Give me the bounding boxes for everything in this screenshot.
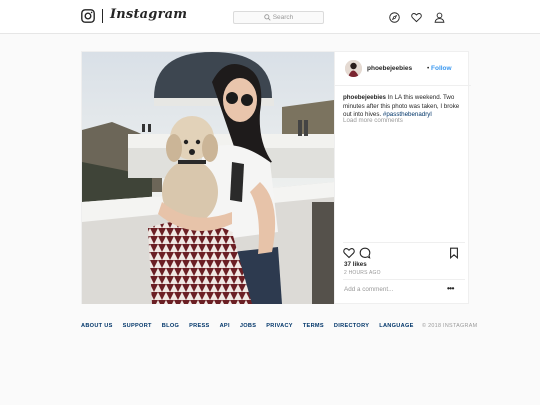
copyright-text: © 2018 INSTAGRAM	[422, 323, 478, 329]
top-nav: Instagram Search	[0, 0, 540, 34]
footer-links: ABOUT US SUPPORT BLOG PRESS API JOBS PRI…	[81, 323, 414, 329]
search-placeholder: Search	[272, 14, 294, 21]
post-header: phoebejeebies • Follow	[335, 52, 471, 86]
instagram-logo-icon[interactable]	[81, 9, 95, 23]
footer-link-language[interactable]: LANGUAGE	[379, 323, 413, 329]
compass-icon[interactable]	[389, 12, 400, 23]
post-timestamp: 2 HOURS AGO	[344, 270, 381, 276]
likes-count[interactable]: 37 likes	[344, 261, 367, 268]
footer-link-terms[interactable]: TERMS	[303, 323, 324, 329]
heart-icon[interactable]	[411, 12, 422, 23]
footer-link-blog[interactable]: BLOG	[162, 323, 179, 329]
footer-link-directory[interactable]: DIRECTORY	[334, 323, 369, 329]
post-photo-illustration	[82, 52, 334, 304]
avatar[interactable]	[345, 60, 362, 77]
footer-link-support[interactable]: SUPPORT	[123, 323, 152, 329]
caption-username-link[interactable]: phoebejeebies	[343, 94, 386, 101]
post-username-link[interactable]: phoebejeebies	[367, 65, 412, 72]
comment-divider	[343, 279, 465, 280]
more-options-button[interactable]: •••	[447, 284, 454, 293]
load-more-comments-link[interactable]: Load more comments	[343, 117, 403, 124]
logo-divider	[102, 9, 103, 23]
add-comment-input[interactable]: Add a comment...	[344, 286, 393, 293]
footer-link-about[interactable]: ABOUT US	[81, 323, 113, 329]
footer-link-jobs[interactable]: JOBS	[240, 323, 256, 329]
footer-link-privacy[interactable]: PRIVACY	[266, 323, 293, 329]
post-caption: phoebejeebies In LA this weekend. Two mi…	[343, 94, 467, 120]
follow-button[interactable]: Follow	[431, 65, 452, 72]
post-photo[interactable]	[82, 52, 334, 304]
instagram-wordmark[interactable]: Instagram	[110, 7, 187, 22]
actions-divider	[343, 242, 465, 243]
footer-link-press[interactable]: PRESS	[189, 323, 209, 329]
bookmark-icon[interactable]	[448, 247, 460, 259]
post-sidebar: phoebejeebies • Follow phoebejeebies In …	[334, 52, 471, 304]
header-separator: •	[427, 65, 430, 72]
search-icon	[263, 14, 271, 21]
profile-icon[interactable]	[434, 12, 445, 23]
search-input[interactable]: Search	[233, 11, 324, 24]
avatar-image	[345, 60, 362, 77]
comment-icon[interactable]	[359, 247, 371, 259]
footer-link-api[interactable]: API	[220, 323, 230, 329]
like-heart-icon[interactable]	[343, 247, 355, 259]
post-card: phoebejeebies • Follow phoebejeebies In …	[81, 51, 471, 304]
